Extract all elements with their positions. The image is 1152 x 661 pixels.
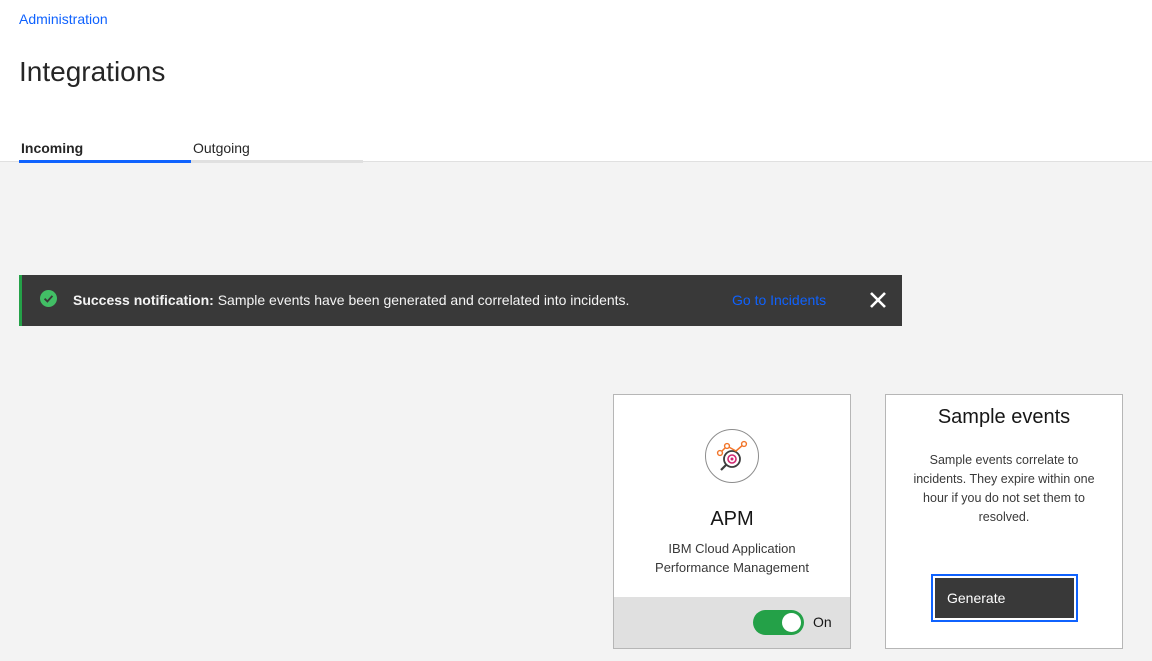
page-title: Integrations — [19, 56, 166, 87]
sample-events-card: Sample events Sample events correlate to… — [885, 394, 1123, 649]
toggle-label: On — [813, 614, 832, 630]
apm-card-description: IBM Cloud Application Performance Manage… — [655, 541, 809, 575]
notification-title: Success notification: — [73, 292, 214, 308]
close-icon[interactable] — [867, 289, 889, 311]
apm-card-footer: On — [614, 597, 850, 648]
success-notification: Success notification: Sample events have… — [19, 275, 902, 326]
apm-monitor-icon — [705, 429, 759, 483]
apm-card-title: APM — [710, 508, 754, 530]
toggle-knob — [782, 613, 801, 632]
sample-events-description: Sample events correlate to incidents. Th… — [913, 453, 1095, 524]
apm-enable-toggle[interactable] — [753, 610, 804, 635]
generate-button[interactable]: Generate — [931, 574, 1078, 622]
tab-incoming[interactable]: Incoming — [19, 138, 191, 163]
notification-text: Success notification: Sample events have… — [73, 292, 629, 308]
checkmark-filled-icon — [40, 290, 57, 307]
notification-message: Sample events have been generated and co… — [217, 292, 630, 308]
sample-events-title: Sample events — [937, 406, 1071, 428]
page-header: Administration Integrations Incoming Out… — [0, 0, 1152, 163]
breadcrumb-administration[interactable]: Administration — [19, 11, 108, 27]
apm-integration-card[interactable]: APM IBM Cloud Application Performance Ma… — [613, 394, 851, 649]
tab-outgoing[interactable]: Outgoing — [191, 138, 363, 163]
go-to-incidents-link[interactable]: Go to Incidents — [732, 292, 826, 308]
tab-list: Incoming Outgoing — [19, 138, 363, 163]
